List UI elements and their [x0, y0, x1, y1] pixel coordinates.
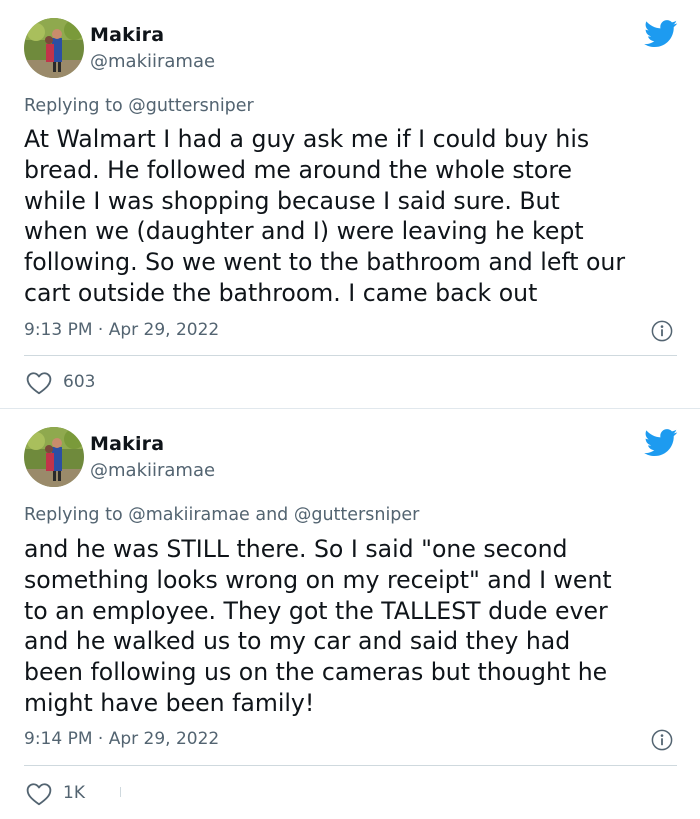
action-separator [120, 787, 121, 797]
twitter-bird-icon[interactable] [644, 20, 678, 48]
tweet-time: 9:13 PM [24, 320, 93, 340]
tweet-card: Makira @makiiramae Replying to @guttersn… [0, 0, 700, 408]
replying-to[interactable]: Replying to @makiiramae and @guttersnipe… [24, 505, 419, 525]
twitter-bird-icon[interactable] [644, 429, 678, 457]
user-handle[interactable]: @makiiramae [90, 460, 215, 481]
display-name[interactable]: Makira [90, 433, 164, 455]
timestamp[interactable]: 9:14 PM · Apr 29, 2022 [24, 729, 219, 749]
user-handle[interactable]: @makiiramae [90, 51, 215, 72]
display-name[interactable]: Makira [90, 24, 164, 46]
avatar[interactable] [24, 427, 84, 487]
tweet-time: 9:14 PM [24, 729, 93, 749]
timestamp[interactable]: 9:13 PM · Apr 29, 2022 [24, 320, 219, 340]
divider [24, 355, 677, 356]
heart-icon[interactable] [26, 371, 52, 395]
info-icon[interactable] [651, 729, 673, 751]
tweet-text: At Walmart I had a guy ask me if I could… [24, 125, 626, 307]
tweet-text: and he was STILL there. So I said "one s… [24, 535, 612, 717]
heart-icon[interactable] [26, 782, 52, 806]
replying-to[interactable]: Replying to @guttersniper [24, 96, 254, 116]
divider [24, 765, 677, 766]
info-icon[interactable] [651, 320, 673, 342]
avatar[interactable] [24, 18, 84, 78]
tweet-card: Makira @makiiramae Replying to @makiiram… [0, 409, 700, 819]
tweet-date: Apr 29, 2022 [108, 320, 220, 340]
tweet-date: Apr 29, 2022 [108, 729, 220, 749]
like-count[interactable]: 1K [63, 783, 85, 803]
like-count[interactable]: 603 [63, 372, 95, 392]
